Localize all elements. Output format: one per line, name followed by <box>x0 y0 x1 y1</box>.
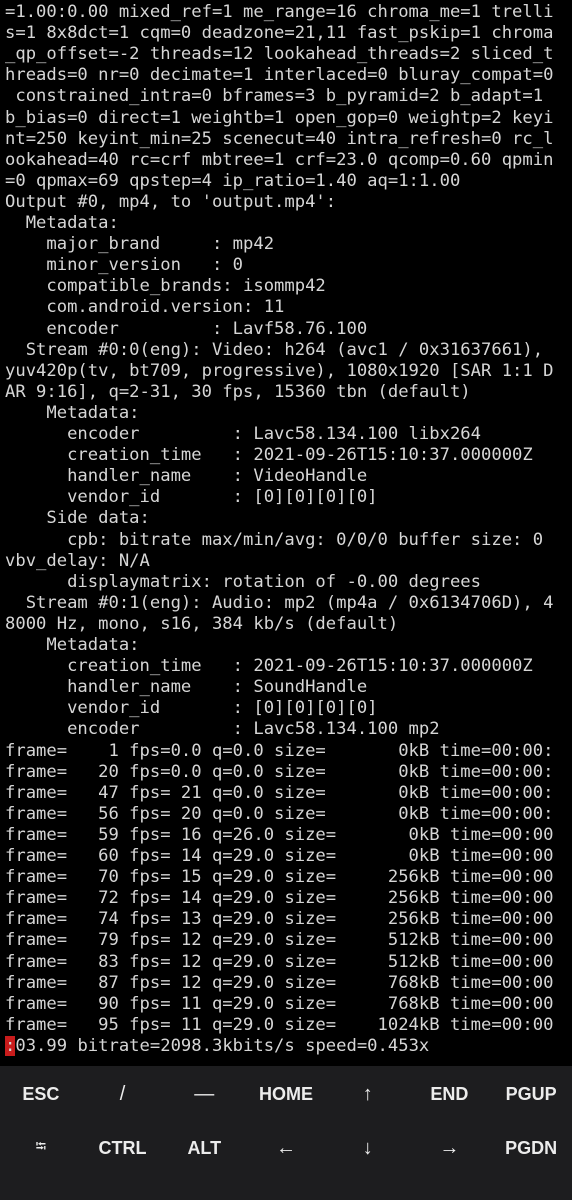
terminal-line: frame= 47 fps= 21 q=0.0 size= 0kB time=0… <box>5 782 554 803</box>
terminal-line: Stream #0:1(eng): Audio: mp2 (mp4a / 0x6… <box>5 592 554 613</box>
key-pgdn[interactable]: PGDN <box>490 1121 572 1175</box>
terminal-line: Side data: <box>5 508 150 529</box>
terminal-line: ookahead=40 rc=crf mbtree=1 crf=23.0 qco… <box>5 149 554 170</box>
terminal-line: =1.00:0.00 mixed_ref=1 me_range=16 chrom… <box>5 2 554 22</box>
terminal-line: Metadata: <box>5 635 140 655</box>
terminal-line: minor_version : 0 <box>5 255 243 276</box>
terminal-line: AR 9:16], q=2-31, 30 fps, 15360 tbn (def… <box>5 381 471 402</box>
terminal-line: b_bias=0 direct=1 weightb=1 open_gop=0 w… <box>5 107 554 128</box>
key-down-arrow[interactable]: ↓ <box>327 1121 409 1175</box>
terminal-line: compatible_brands: isommp42 <box>5 276 326 297</box>
key-pgup[interactable]: PGUP <box>490 1067 572 1121</box>
terminal-line: frame= 72 fps= 14 q=29.0 size= 256kB tim… <box>5 888 554 909</box>
tab-icon: ⭾ <box>35 1138 47 1154</box>
key-esc[interactable]: ESC <box>0 1067 82 1121</box>
terminal-line: yuv420p(tv, bt709, progressive), 1080x19… <box>5 360 554 381</box>
terminal-line: cpb: bitrate max/min/avg: 0/0/0 buffer s… <box>5 529 544 550</box>
terminal-line: =0 qpmax=69 qpstep=4 ip_ratio=1.40 aq=1:… <box>5 170 461 191</box>
terminal-line: frame= 60 fps= 14 q=29.0 size= 0kB time=… <box>5 846 554 866</box>
key-end[interactable]: END <box>409 1067 491 1121</box>
terminal-line: Output #0, mp4, to 'output.mp4': <box>5 191 337 212</box>
terminal-line: frame= 20 fps=0.0 q=0.0 size= 0kB time=0… <box>5 761 554 782</box>
key-slash[interactable]: / <box>82 1067 164 1121</box>
terminal-line: frame= 74 fps= 13 q=29.0 size= 256kB tim… <box>5 909 554 930</box>
key-up-arrow[interactable]: ↑ <box>327 1067 409 1121</box>
terminal-line: encoder : Lavc58.134.100 mp2 <box>5 719 440 740</box>
terminal-line: constrained_intra=0 bframes=3 b_pyramid=… <box>5 86 544 107</box>
terminal-line: frame= 95 fps= 11 q=29.0 size= 1024kB ti… <box>5 1014 554 1035</box>
terminal-line: displaymatrix: rotation of -0.00 degrees <box>5 571 481 592</box>
terminal-line: s=1 8x8dct=1 cqm=0 deadzone=21,11 fast_p… <box>5 23 554 44</box>
progress-status: 03.99 bitrate=2098.3kbits/s speed=0.453x <box>15 1035 430 1056</box>
terminal-line: vendor_id : [0][0][0][0] <box>5 487 378 508</box>
prompt-line: :03.99 bitrate=2098.3kbits/s speed=0.453… <box>5 1035 430 1057</box>
text-cursor: : <box>5 1035 16 1056</box>
terminal-line: frame= 83 fps= 12 q=29.0 size= 512kB tim… <box>5 951 554 972</box>
extra-keys-bar: ESC / — HOME ↑ END PGUP ⭾ CTRL ALT ← ↓ → PGDN <box>0 1066 572 1200</box>
key-right-arrow[interactable]: → <box>409 1121 491 1175</box>
terminal-line: _qp_offset=-2 threads=12 lookahead_threa… <box>5 44 554 65</box>
terminal-line: Metadata: <box>5 402 140 423</box>
terminal-line: frame= 79 fps= 12 q=29.0 size= 512kB tim… <box>5 930 554 951</box>
key-dash[interactable]: — <box>163 1067 245 1121</box>
terminal-line: frame= 87 fps= 12 q=29.0 size= 768kB tim… <box>5 972 554 993</box>
terminal-line: frame= 59 fps= 16 q=26.0 size= 0kB time=… <box>5 824 554 845</box>
key-tab[interactable]: ⭾ <box>0 1121 82 1175</box>
terminal-line: com.android.version: 11 <box>5 297 285 318</box>
key-home[interactable]: HOME <box>245 1067 327 1121</box>
terminal-line: hreads=0 nr=0 decimate=1 interlaced=0 bl… <box>5 65 554 86</box>
terminal-line: handler_name : SoundHandle <box>5 677 368 698</box>
key-left-arrow[interactable]: ← <box>245 1121 327 1175</box>
key-ctrl[interactable]: CTRL <box>82 1121 164 1175</box>
terminal-line: Metadata: <box>5 213 119 233</box>
terminal-line: vbv_delay: N/A <box>5 550 150 571</box>
terminal-line: frame= 70 fps= 15 q=29.0 size= 256kB tim… <box>5 867 554 888</box>
terminal-line: creation_time : 2021-09-26T15:10:37.0000… <box>5 656 533 677</box>
key-alt[interactable]: ALT <box>163 1121 245 1175</box>
terminal-line: frame= 1 fps=0.0 q=0.0 size= 0kB time=00… <box>5 740 554 761</box>
terminal-line: 8000 Hz, mono, s16, 384 kb/s (default) <box>5 613 399 634</box>
terminal-line: nt=250 keyint_min=25 scenecut=40 intra_r… <box>5 128 554 149</box>
terminal-line: encoder : Lavf58.76.100 <box>5 318 368 339</box>
terminal-line: frame= 56 fps= 20 q=0.0 size= 0kB time=0… <box>5 803 554 824</box>
terminal-line: creation_time : 2021-09-26T15:10:37.0000… <box>5 445 533 466</box>
terminal-line: Stream #0:0(eng): Video: h264 (avc1 / 0x… <box>5 339 544 360</box>
terminal-line: encoder : Lavc58.134.100 libx264 <box>5 424 481 444</box>
terminal-line: frame= 90 fps= 11 q=29.0 size= 768kB tim… <box>5 993 554 1014</box>
terminal-line: vendor_id : [0][0][0][0] <box>5 698 378 719</box>
terminal-output[interactable]: =1.00:0.00 mixed_ref=1 me_range=16 chrom… <box>0 0 572 1066</box>
terminal-line: handler_name : VideoHandle <box>5 466 368 487</box>
terminal-line: major_brand : mp42 <box>5 234 275 255</box>
